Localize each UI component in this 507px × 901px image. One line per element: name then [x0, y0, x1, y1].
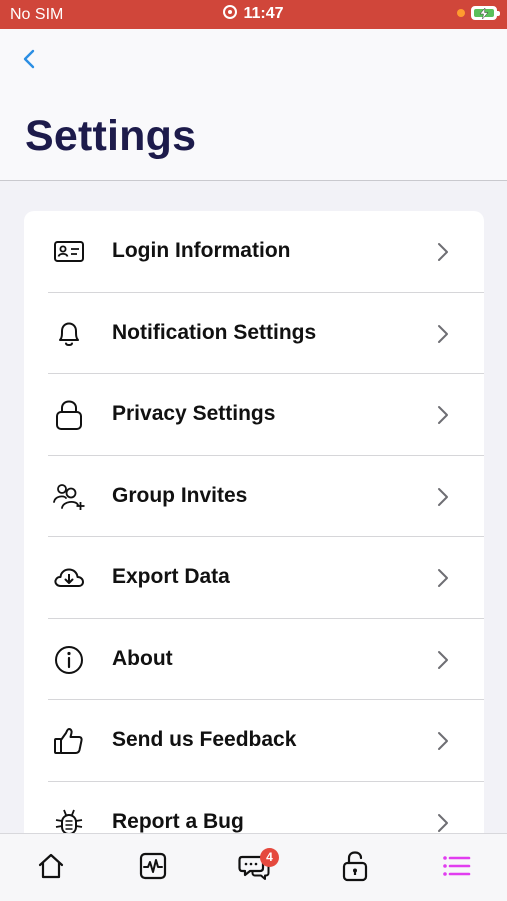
page-title: Settings: [25, 112, 197, 160]
settings-item-label: Group Invites: [112, 483, 248, 507]
navigation-header: Settings: [0, 29, 507, 181]
activity-icon[interactable]: [135, 848, 171, 884]
chevron-right-icon: [438, 324, 448, 343]
settings-item-about[interactable]: About: [24, 619, 484, 700]
settings-item-label: Login Information: [112, 239, 291, 262]
lock-icon: [56, 400, 82, 430]
settings-item-privacy-settings[interactable]: Privacy Settings: [24, 374, 484, 456]
chevron-right-icon: [438, 732, 448, 750]
settings-item-export-data[interactable]: Export Data: [24, 537, 484, 619]
settings-item-label: About: [112, 646, 173, 670]
battery-icon: [471, 6, 500, 20]
chevron-left-icon[interactable]: [18, 47, 42, 71]
chevron-right-icon: [438, 569, 448, 587]
bell-icon: [59, 322, 79, 346]
thumbs-up-icon: [54, 728, 83, 754]
chevron-right-icon: [438, 487, 448, 506]
id-card-icon: [54, 241, 84, 262]
chevron-right-icon: [438, 243, 448, 261]
status-time: 11:47: [0, 5, 507, 23]
menu-icon[interactable]: [438, 848, 474, 884]
settings-item-send-us-feedback[interactable]: Send us Feedback: [24, 700, 484, 782]
settings-item-label: Notification Settings: [112, 320, 317, 344]
time-label: 11:47: [243, 5, 284, 22]
cloud-download-icon: [54, 568, 84, 587]
settings-item-group-invites[interactable]: Group Invites: [24, 456, 484, 537]
home-icon[interactable]: [33, 848, 69, 884]
status-bar: No SIM 11:47: [0, 0, 507, 29]
chevron-right-icon: [438, 813, 448, 832]
chevron-right-icon: [438, 406, 448, 424]
info-icon: [55, 645, 83, 674]
chat-badge: 4: [260, 848, 279, 867]
unlock-icon[interactable]: [337, 848, 373, 884]
alarm-icon: [223, 5, 238, 19]
add-user-icon: [53, 483, 85, 510]
chevron-right-icon: [438, 650, 448, 669]
settings-item-notification-settings[interactable]: Notification Settings: [24, 293, 484, 374]
settings-list: Login Information Notification Settings …: [24, 211, 484, 851]
settings-item-label: Privacy Settings: [112, 402, 276, 425]
settings-item-label: Export Data: [112, 565, 230, 588]
status-indicators: [457, 6, 500, 20]
settings-item-label: Report a Bug: [112, 809, 244, 833]
recording-dot-icon: [457, 9, 465, 17]
tab-bar: 4: [0, 833, 507, 901]
settings-item-login-information[interactable]: Login Information: [24, 211, 484, 293]
settings-item-label: Send us Feedback: [112, 728, 297, 751]
